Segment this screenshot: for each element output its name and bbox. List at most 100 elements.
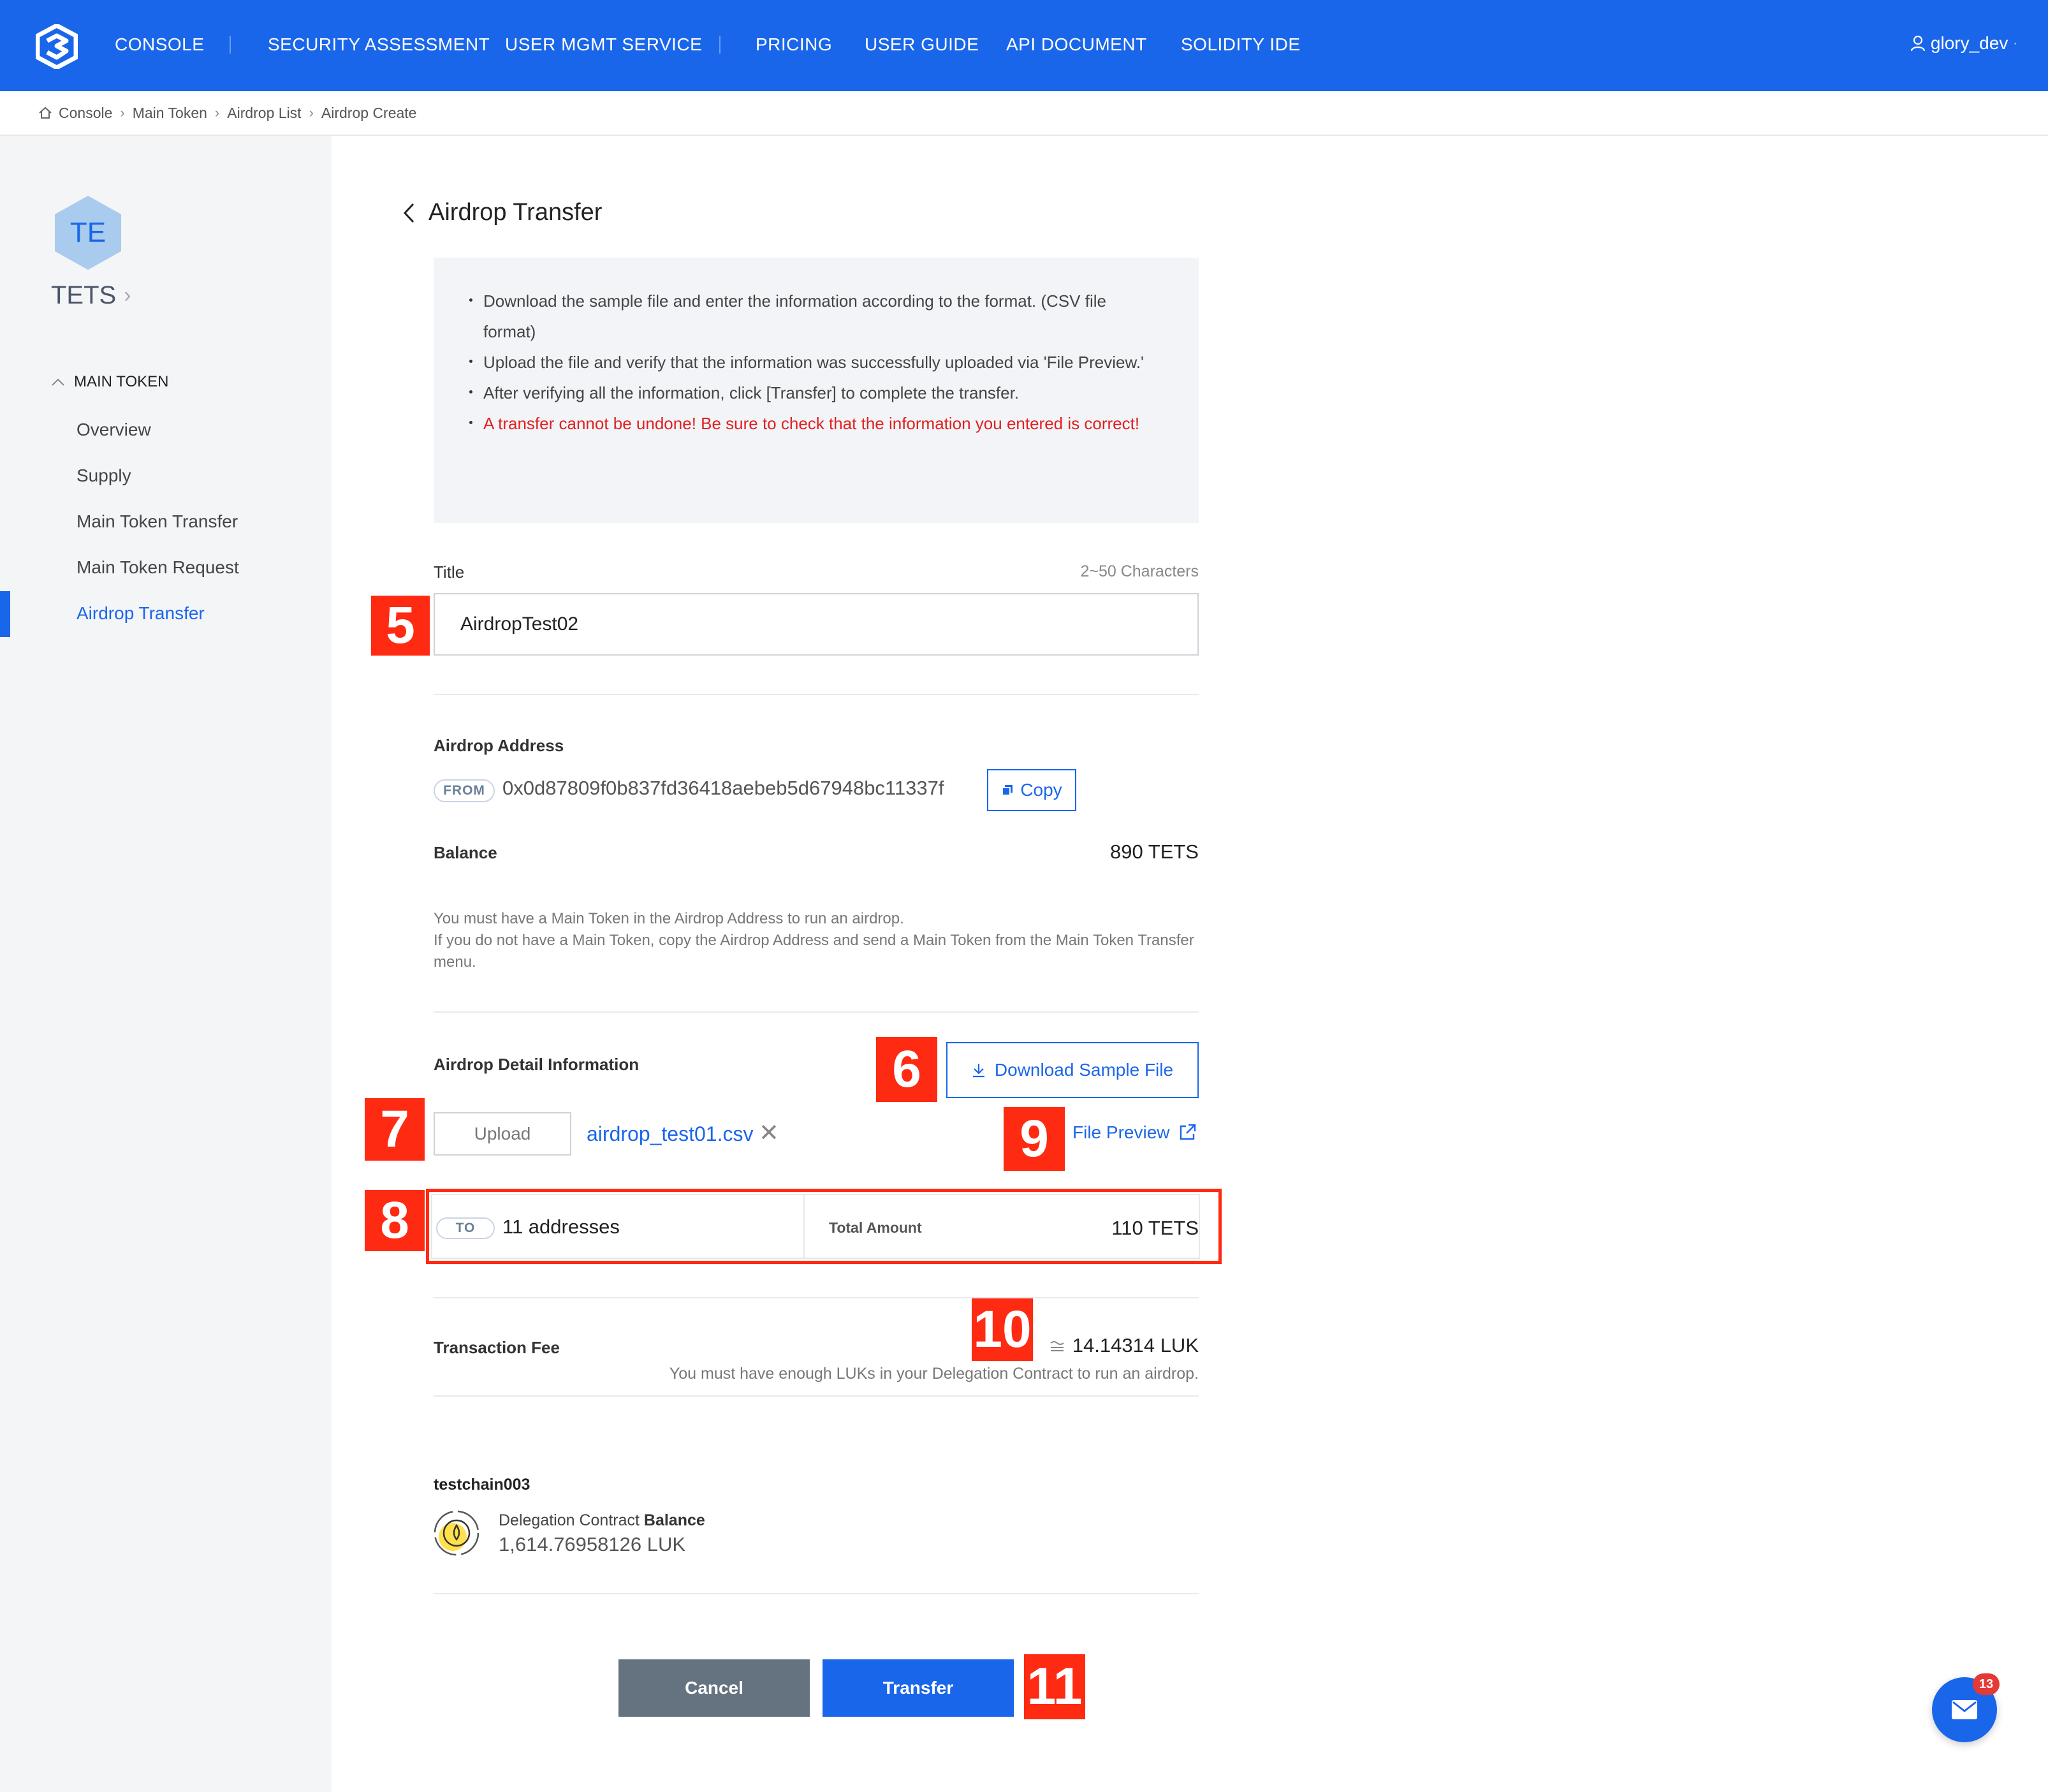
- token-name-link[interactable]: TETS ›: [51, 281, 131, 310]
- close-icon[interactable]: ✕: [759, 1121, 779, 1145]
- top-nav: CONSOLE SECURITY ASSESSMENT USER MGMT SE…: [0, 0, 2048, 91]
- divider: [434, 1395, 1199, 1397]
- delegation-label-bold: Balance: [643, 1511, 705, 1529]
- copy-button[interactable]: Copy: [987, 769, 1076, 811]
- chevron-right-icon: ›: [309, 105, 314, 121]
- airdrop-address-label: Airdrop Address: [434, 736, 564, 755]
- mail-icon: [1952, 1700, 1977, 1719]
- chevron-up-icon: [52, 378, 64, 386]
- nav-solidity-ide[interactable]: SOLIDITY IDE: [1181, 34, 1301, 55]
- approx-icon: [1050, 1341, 1064, 1351]
- divider: [434, 694, 1199, 695]
- note-line: You must have a Main Token in the Airdro…: [434, 910, 904, 927]
- download-sample-label: Download Sample File: [994, 1060, 1174, 1080]
- nav-divider: [719, 36, 720, 54]
- sidebar-section-main-token[interactable]: MAIN TOKEN: [51, 373, 168, 391]
- address-count: 11 addresses: [502, 1215, 620, 1238]
- nav-security-assessment[interactable]: SECURITY ASSESSMENT: [268, 34, 490, 55]
- sidebar-section-label: MAIN TOKEN: [74, 373, 169, 390]
- chevron-right-icon: ›: [120, 105, 125, 121]
- step-marker-9: 9: [1004, 1107, 1065, 1171]
- airdrop-address-note: You must have a Main Token in the Airdro…: [434, 908, 1199, 973]
- delegation-balance-value: 1,614.76958126 LUK: [499, 1533, 686, 1555]
- user-name: glory_dev: [1930, 33, 2008, 53]
- sidebar-item-overview[interactable]: Overview: [77, 420, 151, 440]
- download-icon: [972, 1064, 984, 1078]
- home-icon[interactable]: [38, 106, 52, 119]
- delegation-label-prefix: Delegation Contract: [499, 1511, 644, 1529]
- breadcrumb: Console › Main Token › Airdrop List › Ai…: [0, 91, 2048, 136]
- token-avatar: TE: [54, 195, 122, 271]
- breadcrumb-main-token[interactable]: Main Token: [133, 105, 207, 122]
- chain-name: testchain003: [434, 1476, 530, 1494]
- file-preview-link[interactable]: File Preview: [1072, 1122, 1196, 1143]
- divider: [434, 1593, 1199, 1594]
- transaction-fee-note: You must have enough LUKs in your Delega…: [669, 1365, 1199, 1383]
- back-arrow-icon[interactable]: [403, 203, 414, 223]
- instructions-box: Download the sample file and enter the i…: [434, 258, 1199, 523]
- to-tag: TO: [436, 1217, 495, 1239]
- nav-user-guide[interactable]: USER GUIDE: [865, 34, 979, 55]
- delegation-contract-icon: [434, 1510, 479, 1556]
- app-logo-icon[interactable]: [36, 24, 78, 69]
- total-amount-value: 110 TETS: [1111, 1217, 1199, 1239]
- warning-item: A transfer cannot be undone! Be sure to …: [469, 408, 1162, 439]
- title-length-hint: 2~50 Characters: [1080, 562, 1199, 580]
- title-label: Title: [434, 562, 465, 582]
- transaction-fee: 14.14314 LUK: [1050, 1334, 1199, 1357]
- sidebar-item-main-token-transfer[interactable]: Main Token Transfer: [77, 511, 238, 532]
- airdrop-address-value: 0x0d87809f0b837fd36418aebeb5d67948bc1133…: [502, 777, 944, 799]
- notification-badge: 13: [1973, 1673, 2000, 1695]
- nav-user-mgmt-service[interactable]: USER MGMT SERVICE: [505, 34, 702, 55]
- title-input[interactable]: [434, 593, 1199, 656]
- from-tag: FROM: [434, 779, 495, 802]
- user-menu[interactable]: glory_dev ·: [1910, 33, 2017, 54]
- step-marker-7: 7: [365, 1098, 425, 1161]
- transaction-fee-label: Transaction Fee: [434, 1338, 560, 1357]
- chevron-right-icon: ›: [214, 105, 220, 121]
- step-marker-10: 10: [972, 1298, 1033, 1361]
- instruction-item: Download the sample file and enter the i…: [469, 286, 1162, 347]
- cancel-button[interactable]: Cancel: [618, 1659, 810, 1717]
- copy-icon: [1002, 785, 1013, 796]
- nav-api-document[interactable]: API DOCUMENT: [1006, 34, 1147, 55]
- file-preview-label: File Preview: [1072, 1122, 1170, 1142]
- delegation-balance-label: Delegation Contract Balance: [499, 1511, 705, 1530]
- download-sample-button[interactable]: Download Sample File: [946, 1042, 1199, 1098]
- instruction-item: After verifying all the information, cli…: [469, 378, 1162, 408]
- uploaded-file-name[interactable]: airdrop_test01.csv: [587, 1122, 753, 1146]
- step-marker-6: 6: [876, 1037, 937, 1102]
- sidebar-item-airdrop-transfer[interactable]: Airdrop Transfer: [77, 603, 205, 624]
- sidebar-active-indicator: [0, 591, 10, 637]
- breadcrumb-airdrop-list[interactable]: Airdrop List: [227, 105, 301, 122]
- user-menu-dot: ·: [2013, 36, 2017, 50]
- sidebar-item-supply[interactable]: Supply: [77, 466, 131, 486]
- summary-divider: [803, 1194, 805, 1259]
- balance-value: 890 TETS: [1109, 841, 1199, 863]
- step-marker-8: 8: [365, 1190, 425, 1251]
- divider: [434, 1011, 1199, 1013]
- sidebar-item-main-token-request[interactable]: Main Token Request: [77, 557, 239, 578]
- user-icon: [1910, 35, 1926, 52]
- page-title: Airdrop Transfer: [428, 199, 603, 226]
- upload-button[interactable]: Upload: [434, 1112, 571, 1156]
- instruction-item: Upload the file and verify that the info…: [469, 347, 1162, 378]
- sidebar: TE TETS › MAIN TOKEN Overview Supply Mai…: [0, 136, 332, 1792]
- transaction-fee-value: 14.14314 LUK: [1072, 1334, 1199, 1356]
- balance-label: Balance: [434, 843, 497, 862]
- detail-info-label: Airdrop Detail Information: [434, 1055, 640, 1074]
- total-amount-label: Total Amount: [829, 1219, 922, 1236]
- step-marker-11: 11: [1024, 1654, 1085, 1719]
- token-abbr: TE: [69, 217, 106, 248]
- external-link-icon: [1180, 1124, 1196, 1140]
- breadcrumb-console[interactable]: Console: [59, 105, 112, 122]
- chevron-right-icon: ›: [124, 283, 131, 307]
- transfer-button[interactable]: Transfer: [823, 1659, 1014, 1717]
- step-marker-5: 5: [371, 596, 430, 656]
- copy-button-label: Copy: [1020, 780, 1062, 800]
- nav-divider: [230, 36, 231, 54]
- divider: [434, 1297, 1199, 1298]
- nav-console[interactable]: CONSOLE: [115, 34, 204, 55]
- token-name: TETS: [51, 281, 117, 309]
- nav-pricing[interactable]: PRICING: [756, 34, 832, 55]
